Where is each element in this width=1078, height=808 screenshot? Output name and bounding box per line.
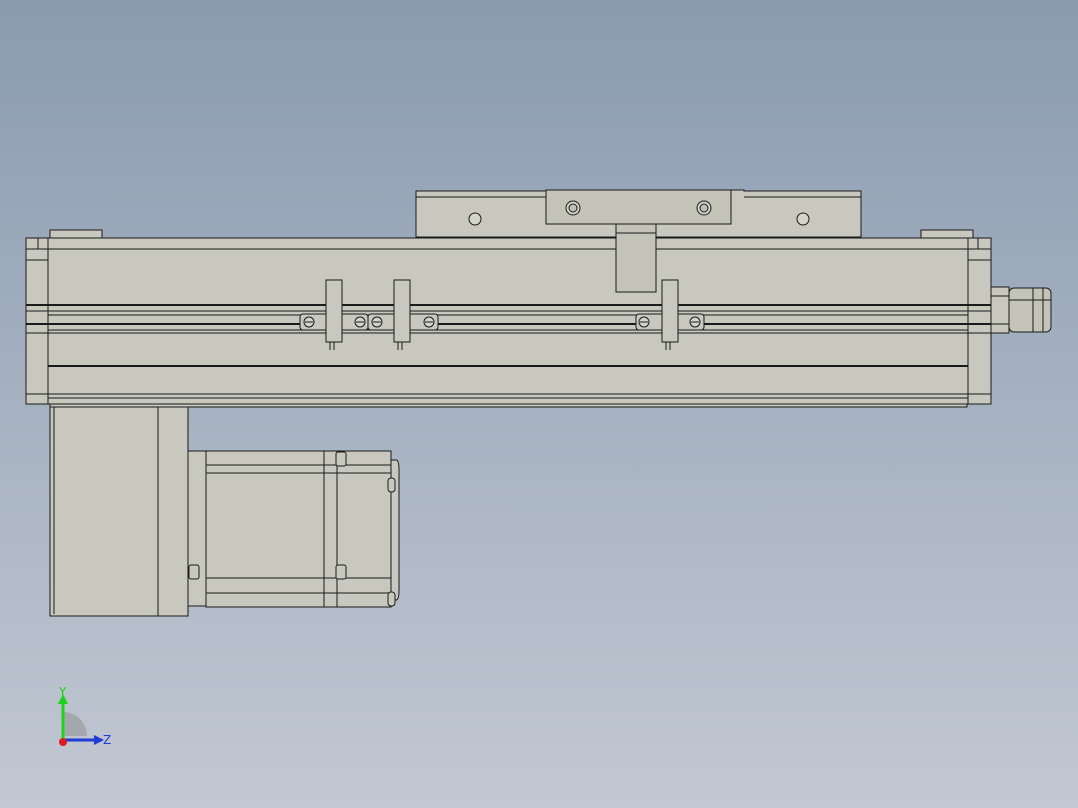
graphics-viewport[interactable]: Y Z	[0, 0, 1078, 808]
end-ledge-right	[920, 229, 974, 239]
actuator-body[interactable]	[25, 237, 992, 408]
servo-motor[interactable]	[187, 450, 400, 608]
mount-hole	[468, 212, 482, 226]
screw-head	[568, 203, 578, 213]
y-axis-label: Y	[58, 685, 67, 699]
z-axis-label: Z	[103, 733, 111, 747]
cable-connector[interactable]	[990, 286, 1052, 334]
gearbox-housing[interactable]	[49, 406, 189, 617]
end-ledge-left	[49, 229, 103, 239]
cad-model-view[interactable]	[0, 0, 1078, 808]
orientation-triad: Y Z	[58, 685, 111, 747]
mount-hole	[796, 212, 810, 226]
carriage-bracket	[615, 223, 657, 293]
screw-head	[699, 203, 709, 213]
